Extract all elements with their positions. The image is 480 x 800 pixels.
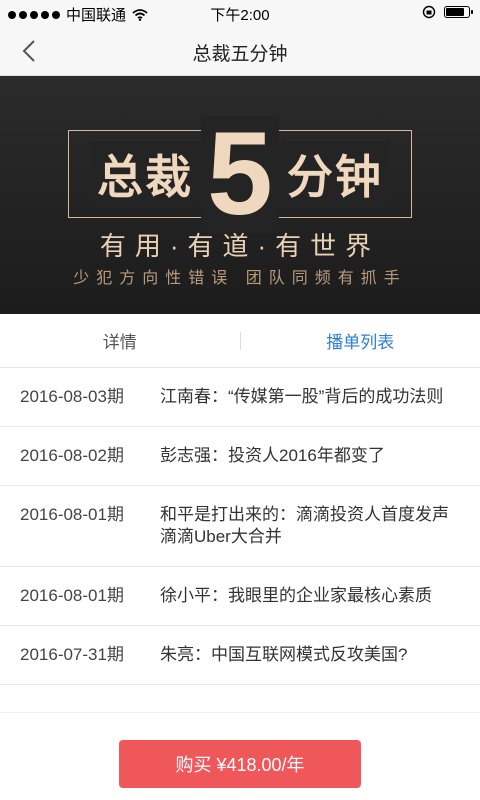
episode-title: 和平是打出来的：滴滴投资人首度发声滴滴Uber大合并 — [160, 505, 449, 546]
status-right — [422, 5, 473, 19]
brand-number: 5 — [201, 115, 279, 233]
battery-fill — [446, 8, 464, 16]
nav-bar: 总裁五分钟 — [0, 26, 480, 76]
list-item[interactable]: 2016-08-01期 和平是打出来的：滴滴投资人首度发声滴滴Uber大合并 — [0, 486, 480, 567]
tab-playlist[interactable]: 播单列表 — [241, 314, 480, 367]
episode-date: 2016-08-02期 — [20, 446, 124, 465]
episode-date: 2016-08-01期 — [20, 505, 124, 524]
episode-date: 2016-08-03期 — [20, 387, 124, 406]
cover-banner: 总裁 5 分钟 有用·有道·有世界 少犯方向性错误 团队同频有抓手 — [0, 76, 480, 314]
status-bar: 中国联通 下午2:00 — [0, 0, 480, 26]
banner-slogan: 有用·有道·有世界 — [99, 231, 381, 261]
brand-right-text: 分钟 — [280, 141, 389, 207]
tab-details[interactable]: 详情 — [0, 314, 240, 367]
episode-date: 2016-07-31期 — [20, 645, 124, 664]
list-item[interactable]: 2016-08-02期 彭志强：投资人2016年都变了 — [0, 427, 480, 486]
banner-brand: 总裁 5 分钟 — [68, 104, 412, 244]
episode-list: 2016-08-03期 江南春：“传媒第一股”背后的成功法则 2016-08-0… — [0, 368, 480, 685]
buy-button[interactable]: 购买 ¥418.00/年 — [119, 740, 361, 788]
banner-subtitle: 少犯方向性错误 团队同频有抓手 — [73, 270, 407, 287]
episode-title: 江南春：“传媒第一股”背后的成功法则 — [160, 387, 444, 406]
tab-bar: 详情 播单列表 — [0, 314, 480, 368]
episode-title: 彭志强：投资人2016年都变了 — [160, 446, 385, 465]
episode-title: 徐小平：我眼里的企业家最核心素质 — [160, 586, 432, 605]
brand-left-text: 总裁 — [91, 141, 200, 207]
list-item[interactable]: 2016-08-03期 江南春：“传媒第一股”背后的成功法则 — [0, 368, 480, 427]
list-item[interactable]: 2016-07-31期 朱亮：中国互联网模式反攻美国? — [0, 626, 480, 685]
episode-date: 2016-08-01期 — [20, 586, 124, 605]
orientation-lock-icon — [422, 5, 436, 19]
list-item[interactable]: 2016-08-01期 徐小平：我眼里的企业家最核心素质 — [0, 567, 480, 626]
episode-title: 朱亮：中国互联网模式反攻美国? — [160, 645, 408, 664]
status-time: 下午2:00 — [210, 7, 270, 24]
battery-icon — [444, 6, 473, 18]
page-title: 总裁五分钟 — [192, 44, 288, 65]
